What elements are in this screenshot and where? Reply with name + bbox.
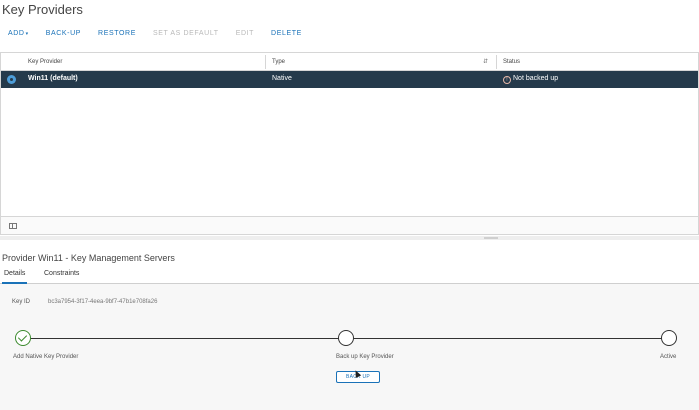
column-header-status[interactable]: Status bbox=[503, 59, 520, 65]
key-id-label: Key ID bbox=[12, 299, 31, 305]
splitter-grip-icon[interactable] bbox=[484, 237, 498, 239]
cell-status: ! Not backed up bbox=[503, 75, 558, 84]
column-header-key-provider[interactable]: Key Provider bbox=[28, 59, 62, 65]
status-text: Not backed up bbox=[513, 75, 559, 82]
key-providers-grid: Key Provider Type ⇵ Status Win11 (defaul… bbox=[0, 52, 699, 235]
column-separator[interactable] bbox=[265, 55, 266, 69]
warning-circle-icon: ! bbox=[503, 76, 511, 84]
key-id-value: bc3a7954-3f17-4eea-9bf7-47b1e708fa26 bbox=[48, 299, 158, 305]
tab-constraints[interactable]: Constraints bbox=[42, 270, 81, 284]
radio-selected-icon[interactable] bbox=[7, 75, 16, 84]
grid-header: Key Provider Type ⇵ Status bbox=[1, 53, 698, 71]
check-icon bbox=[17, 332, 28, 342]
backup-button[interactable]: BACK-UP bbox=[46, 30, 81, 37]
set-as-default-button[interactable]: SET AS DEFAULT bbox=[153, 30, 219, 37]
toolbar: ADD▾ BACK-UP RESTORE SET AS DEFAULT EDIT… bbox=[8, 30, 319, 37]
delete-button[interactable]: DELETE bbox=[271, 30, 302, 37]
page-title: Key Providers bbox=[2, 2, 83, 17]
table-row[interactable]: Win11 (default) Native ! Not backed up bbox=[1, 71, 698, 88]
column-header-type[interactable]: Type bbox=[272, 59, 285, 65]
step-3-circle bbox=[661, 330, 677, 346]
detail-tabs: Details Constraints bbox=[0, 270, 699, 284]
column-separator[interactable] bbox=[496, 55, 497, 69]
sort-icon[interactable]: ⇵ bbox=[483, 58, 488, 65]
column-toggle-icon[interactable] bbox=[9, 223, 17, 229]
restore-button[interactable]: RESTORE bbox=[98, 30, 136, 37]
chevron-down-icon: ▾ bbox=[25, 31, 29, 37]
details-panel: Key ID bc3a7954-3f17-4eea-9bf7-47b1e708f… bbox=[0, 284, 699, 410]
grid-footer bbox=[1, 216, 698, 234]
step-3-label: Active bbox=[660, 354, 677, 360]
add-button[interactable]: ADD▾ bbox=[8, 30, 29, 37]
add-button-label: ADD bbox=[8, 30, 25, 37]
step-1-circle bbox=[15, 330, 31, 346]
step-2-circle bbox=[338, 330, 354, 346]
cell-type: Native bbox=[272, 75, 292, 82]
edit-button[interactable]: EDIT bbox=[236, 30, 254, 37]
step-2-label: Back up Key Provider bbox=[336, 354, 394, 360]
cell-key-provider: Win11 (default) bbox=[28, 75, 78, 82]
tab-details[interactable]: Details bbox=[2, 270, 28, 284]
step-1-label: Add Native Key Provider bbox=[13, 354, 79, 360]
pane-splitter[interactable] bbox=[0, 236, 699, 240]
detail-title: Provider Win11 - Key Management Servers bbox=[2, 253, 175, 263]
